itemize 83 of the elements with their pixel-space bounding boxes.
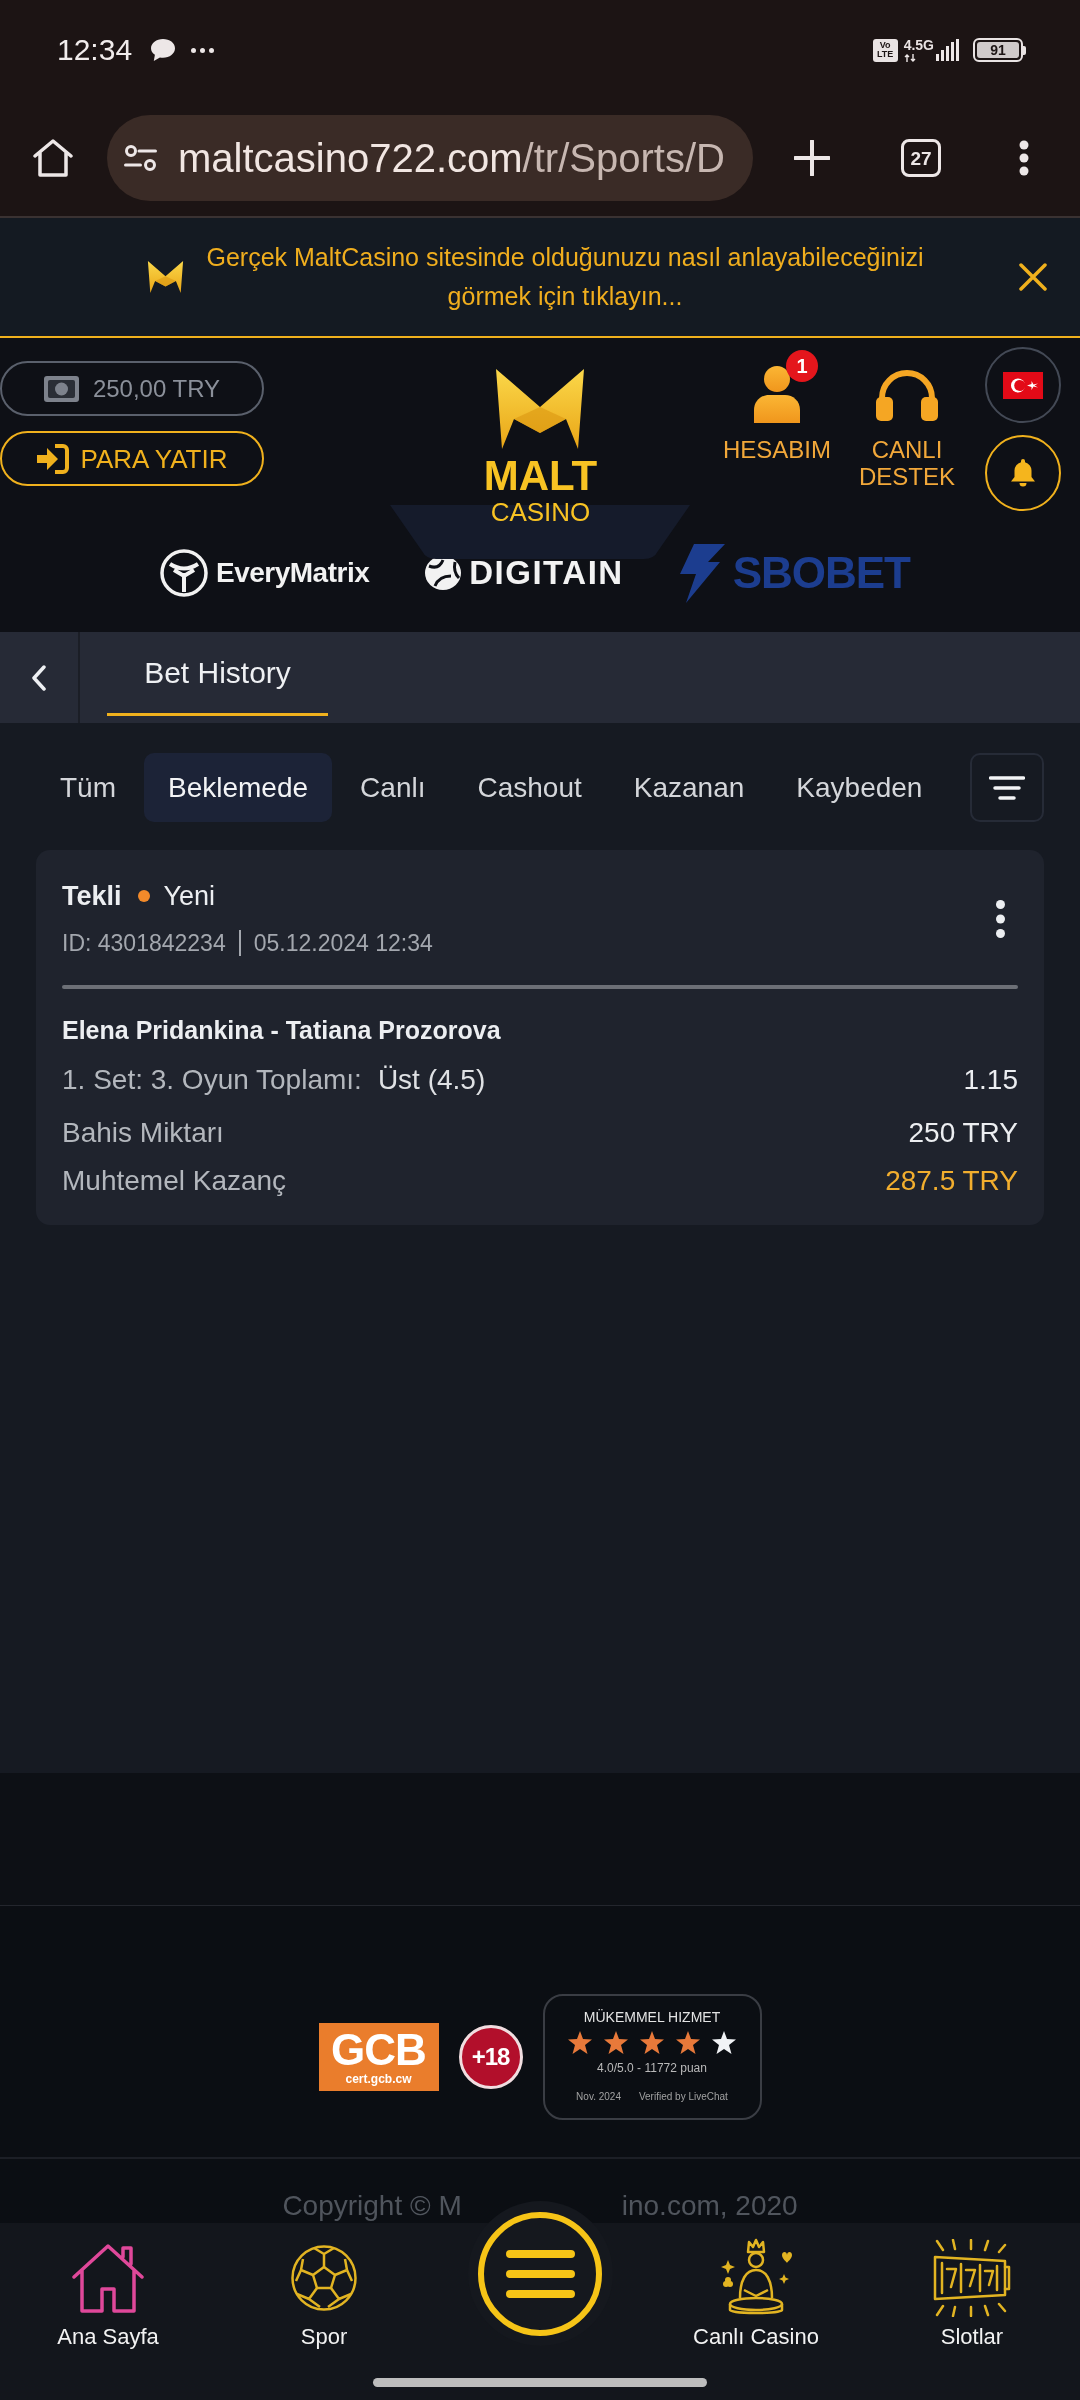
filter-tab[interactable]: Kaybeden	[772, 753, 947, 822]
bet-history-tab[interactable]: Bet History	[107, 632, 328, 716]
close-icon[interactable]	[1019, 263, 1047, 291]
battery-indicator: 91	[973, 38, 1026, 62]
filter-tab[interactable]: Cashout	[453, 753, 606, 822]
filter-button[interactable]	[970, 753, 1044, 822]
notifications-button[interactable]	[985, 435, 1061, 511]
language-button[interactable]	[985, 347, 1061, 423]
site-settings-icon	[124, 145, 157, 171]
provider-name: DIGITAIN	[469, 553, 624, 594]
rating-score: 4.0/5.0 - 11772 puan	[597, 2060, 707, 2076]
headphones-icon	[876, 369, 938, 421]
tab-count-button[interactable]: 27	[901, 139, 941, 177]
balance-amount: 250,00 TRY	[92, 374, 221, 403]
nav-item[interactable]: Ana Sayfa	[0, 2223, 216, 2350]
bet-status: Yeni	[163, 880, 216, 913]
sphere-emblem-icon	[425, 556, 462, 590]
rating-title: MÜKEMMEL HIZMET	[583, 2008, 721, 2026]
rating-verified: Verified by LiveChat	[638, 2090, 728, 2103]
more-options-icon[interactable]	[1019, 140, 1029, 176]
banknote-icon	[43, 375, 79, 402]
more-options-icon[interactable]	[996, 899, 1005, 938]
sign-in-icon	[36, 443, 69, 474]
star-icon	[676, 2031, 700, 2054]
logo-subtitle: CASINO	[490, 497, 591, 527]
account-button[interactable]: 1 HESABIM	[717, 338, 837, 463]
notification-badge: 1	[786, 350, 818, 382]
logo-title: MALT	[483, 455, 598, 497]
star-icon	[604, 2031, 628, 2054]
soccer-ball-icon	[291, 2245, 357, 2311]
license-url: cert.gcb.cw	[345, 2072, 412, 2086]
bet-date: 05.12.2024 12:34	[253, 929, 433, 958]
deposit-button[interactable]: PARA YATIR	[0, 431, 264, 486]
star-icon	[640, 2031, 664, 2054]
bell-icon	[1010, 459, 1036, 487]
provider-name: EveryMatrix	[216, 556, 370, 590]
menu-icon	[505, 2249, 575, 2298]
nav-item[interactable]: Spor	[216, 2223, 432, 2350]
filter-tab[interactable]: Kazanan	[609, 753, 769, 822]
data-arrows-icon	[903, 54, 916, 62]
signal-bars-icon	[936, 39, 960, 61]
nav-item[interactable]: Canlı Casino	[648, 2223, 864, 2350]
flag-icon	[1003, 371, 1043, 399]
amount-label: Muhtemel Kazanç	[62, 1164, 287, 1198]
odds-value: 1.15	[963, 1063, 1018, 1097]
provider-name: SBOBET	[732, 547, 910, 599]
selection: Üst (4.5)	[377, 1063, 486, 1097]
slot-machine-icon	[933, 2239, 1011, 2317]
filter-lines-icon	[989, 775, 1025, 800]
home-icon[interactable]	[33, 139, 73, 177]
volte-badge: Vo LTE	[872, 38, 898, 62]
age-limit-badge: +18	[458, 2025, 523, 2089]
bet-id: ID: 4301842234	[62, 929, 226, 958]
copyright-text: ino.com, 2020	[621, 2190, 798, 2222]
clock-time: 12:34	[57, 33, 133, 67]
amount-label: Bahis Miktarı	[62, 1116, 224, 1150]
license-title: GCB	[331, 2028, 426, 2072]
chat-bubble-icon	[151, 39, 176, 61]
copyright-text: Copyright © M	[282, 2190, 462, 2222]
filter-tab[interactable]: Beklemede	[144, 753, 333, 822]
match-name: Elena Pridankina - Tatiana Prozorova	[62, 1015, 502, 1046]
live-support-button[interactable]: CANLI DESTEK	[847, 338, 967, 490]
circle-emblem-icon	[160, 549, 208, 597]
network-type: 4.5G	[903, 38, 934, 52]
rating-date: Nov. 2024	[576, 2090, 621, 2103]
bet-type: Tekli	[62, 880, 122, 913]
m-logo-icon	[147, 261, 184, 293]
star-icon	[712, 2031, 736, 2054]
filter-tab[interactable]: Tüm	[36, 753, 140, 822]
market-name: 1. Set: 3. Oyun Toplamı:	[62, 1063, 362, 1097]
lightning-emblem-icon	[679, 543, 725, 603]
chevron-left-icon	[32, 664, 46, 691]
more-dots-icon	[191, 47, 215, 53]
star-icon	[568, 2031, 592, 2054]
address-bar[interactable]: maltcasino722.com/tr/Sports/D	[107, 115, 753, 201]
amount-value: 287.5 TRY	[885, 1164, 1018, 1198]
house-icon	[71, 2243, 145, 2313]
nav-item[interactable]: Slotlar	[864, 2223, 1080, 2350]
banner-message[interactable]: Gerçek MaltCasino sitesinde olduğunuzu nasıl anlayabileceğinizi görmek için tıklayın...	[200, 238, 930, 316]
new-tab-icon[interactable]	[794, 140, 830, 176]
amount-value: 250 TRY	[908, 1116, 1018, 1150]
m-logo-large-icon	[496, 369, 585, 449]
filter-tab[interactable]: Canlı	[336, 753, 450, 822]
